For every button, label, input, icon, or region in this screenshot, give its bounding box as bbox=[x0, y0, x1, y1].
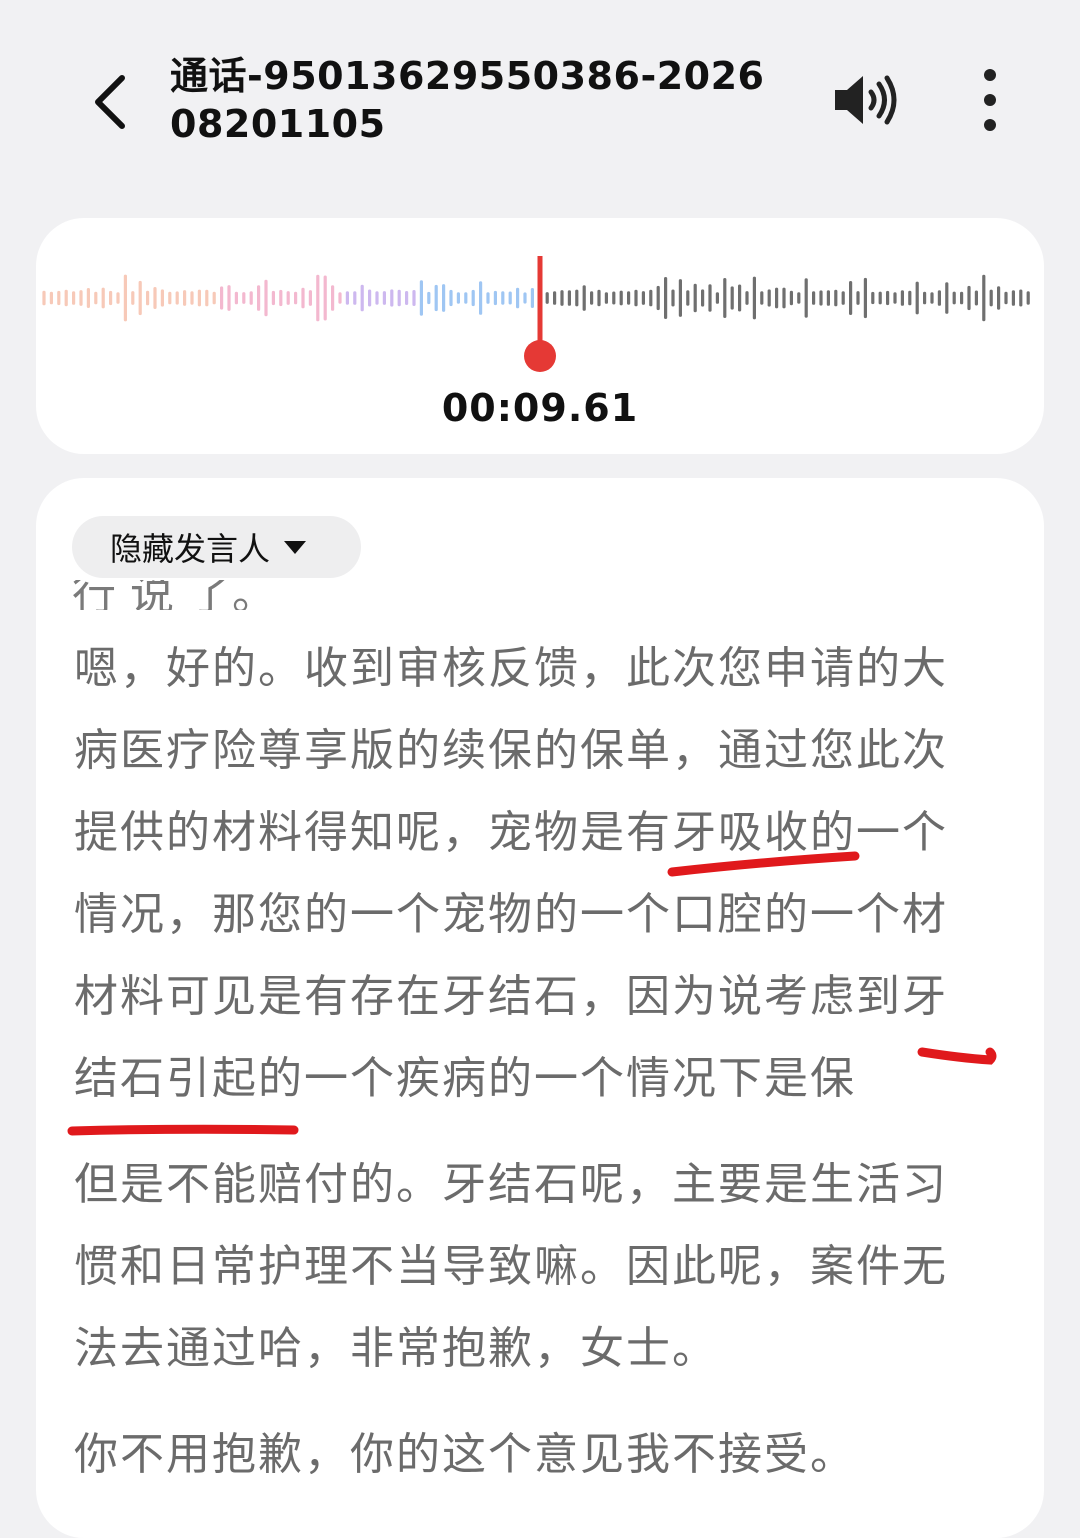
hide-speaker-label: 隐藏发言人 bbox=[110, 530, 271, 568]
caret-down-icon bbox=[284, 540, 307, 554]
transcript-line: 嗯，好的。收到审核反馈，此次您申请的大 bbox=[74, 643, 948, 694]
hide-speaker-dropdown[interactable]: 隐藏发言人 bbox=[72, 516, 361, 578]
transcript-line: 提供的材料得知呢，宠物是有牙吸收的一个 bbox=[74, 807, 948, 858]
playback-time: 00:09.61 bbox=[441, 386, 639, 430]
audio-waveform[interactable] bbox=[0, 0, 1080, 400]
transcript-line: 你不用抱歉，你的这个意见我不接受。 bbox=[74, 1429, 856, 1480]
transcript-line: 情况，那您的一个宠物的一个口腔的一个材 bbox=[74, 889, 948, 940]
playhead-handle[interactable] bbox=[524, 340, 556, 372]
transcript-paragraph[interactable]: 嗯，好的。收到审核反馈，此次您申请的大 病医疗险尊享版的续保的保单，通过您此次 … bbox=[74, 628, 994, 1120]
transcript-line: 但是不能赔付的。牙结石呢，主要是生活习 bbox=[74, 1159, 948, 1210]
transcript-paragraph[interactable]: 你不用抱歉，你的这个意见我不接受。 bbox=[74, 1414, 994, 1496]
transcript-line: 惯和日常护理不当导致嘛。因此呢，案件无 bbox=[74, 1241, 948, 1292]
transcript-paragraph[interactable]: 但是不能赔付的。牙结石呢，主要是生活习 惯和日常护理不当导致嘛。因此呢，案件无 … bbox=[74, 1144, 994, 1390]
transcript-line: 结石引起的一个疾病的一个情况下是保 bbox=[74, 1053, 856, 1104]
transcript-line: 材料可见是有存在牙结石，因为说考虑到牙 bbox=[74, 971, 948, 1022]
transcript-line: 病医疗险尊享版的续保的保单，通过您此次 bbox=[74, 725, 948, 776]
partial-line-text: 行 说 了。 bbox=[72, 580, 276, 610]
transcript-line: 法去通过哈，非常抱歉，女士。 bbox=[74, 1323, 718, 1374]
partial-transcript-line: 行 说 了。 bbox=[72, 580, 372, 610]
